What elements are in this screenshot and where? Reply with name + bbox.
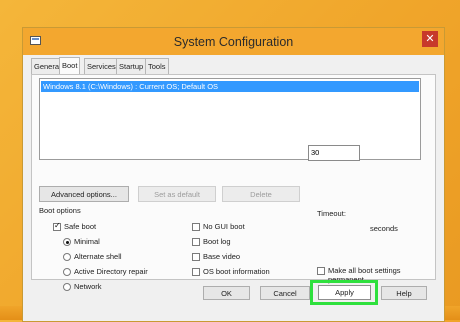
active-directory-repair-radio[interactable]	[63, 268, 71, 276]
base-video-checkbox[interactable]	[192, 253, 200, 261]
cancel-button[interactable]: Cancel	[260, 286, 310, 300]
no-gui-boot-label: No GUI boot	[203, 222, 245, 231]
minimal-radio[interactable]	[63, 238, 71, 246]
boot-options-group: Boot options Safe boot Minimal Alternate…	[39, 200, 309, 291]
make-permanent-label-line1: Make all boot settings	[328, 266, 401, 275]
tab-services[interactable]: Services	[84, 58, 119, 74]
timeout-input[interactable]: 30	[308, 145, 360, 161]
base-video-label: Base video	[203, 252, 241, 261]
tab-boot[interactable]: Boot	[59, 57, 81, 74]
alternate-shell-radio[interactable]	[63, 253, 71, 261]
minimal-label: Minimal	[74, 237, 100, 246]
help-button[interactable]: Help	[381, 286, 427, 300]
close-icon[interactable]: ✕	[422, 31, 438, 47]
no-gui-boot-checkbox[interactable]	[192, 223, 200, 231]
boot-options-title: Boot options	[39, 206, 81, 215]
timeout-label: Timeout:	[317, 209, 346, 218]
system-configuration-window: System Configuration ✕ General Boot Serv…	[22, 27, 445, 322]
boot-tab-panel: Windows 8.1 (C:\Windows) : Current OS; D…	[31, 74, 436, 291]
os-list-item[interactable]: Windows 8.1 (C:\Windows) : Current OS; D…	[41, 81, 419, 92]
active-directory-repair-label: Active Directory repair	[74, 267, 148, 276]
safe-boot-label: Safe boot	[64, 222, 97, 231]
ok-button[interactable]: OK	[203, 286, 250, 300]
make-permanent-checkbox[interactable]	[317, 267, 325, 275]
window-title: System Configuration	[173, 35, 294, 49]
os-boot-information-label: OS boot information	[203, 267, 270, 276]
boot-log-label: Boot log	[203, 237, 231, 246]
tab-tools[interactable]: Tools	[145, 58, 169, 74]
safe-boot-checkbox[interactable]	[53, 221, 61, 231]
title-bar[interactable]: System Configuration ✕	[23, 28, 444, 55]
timeout-unit-label: seconds	[370, 224, 398, 233]
os-boot-information-checkbox[interactable]	[192, 268, 200, 276]
boot-log-checkbox[interactable]	[192, 238, 200, 246]
tab-startup[interactable]: Startup	[116, 58, 147, 74]
network-radio[interactable]	[63, 283, 71, 291]
alternate-shell-label: Alternate shell	[74, 252, 122, 261]
os-list[interactable]: Windows 8.1 (C:\Windows) : Current OS; D…	[39, 78, 421, 160]
apply-button[interactable]: Apply	[318, 285, 371, 300]
network-label: Network	[74, 282, 102, 291]
